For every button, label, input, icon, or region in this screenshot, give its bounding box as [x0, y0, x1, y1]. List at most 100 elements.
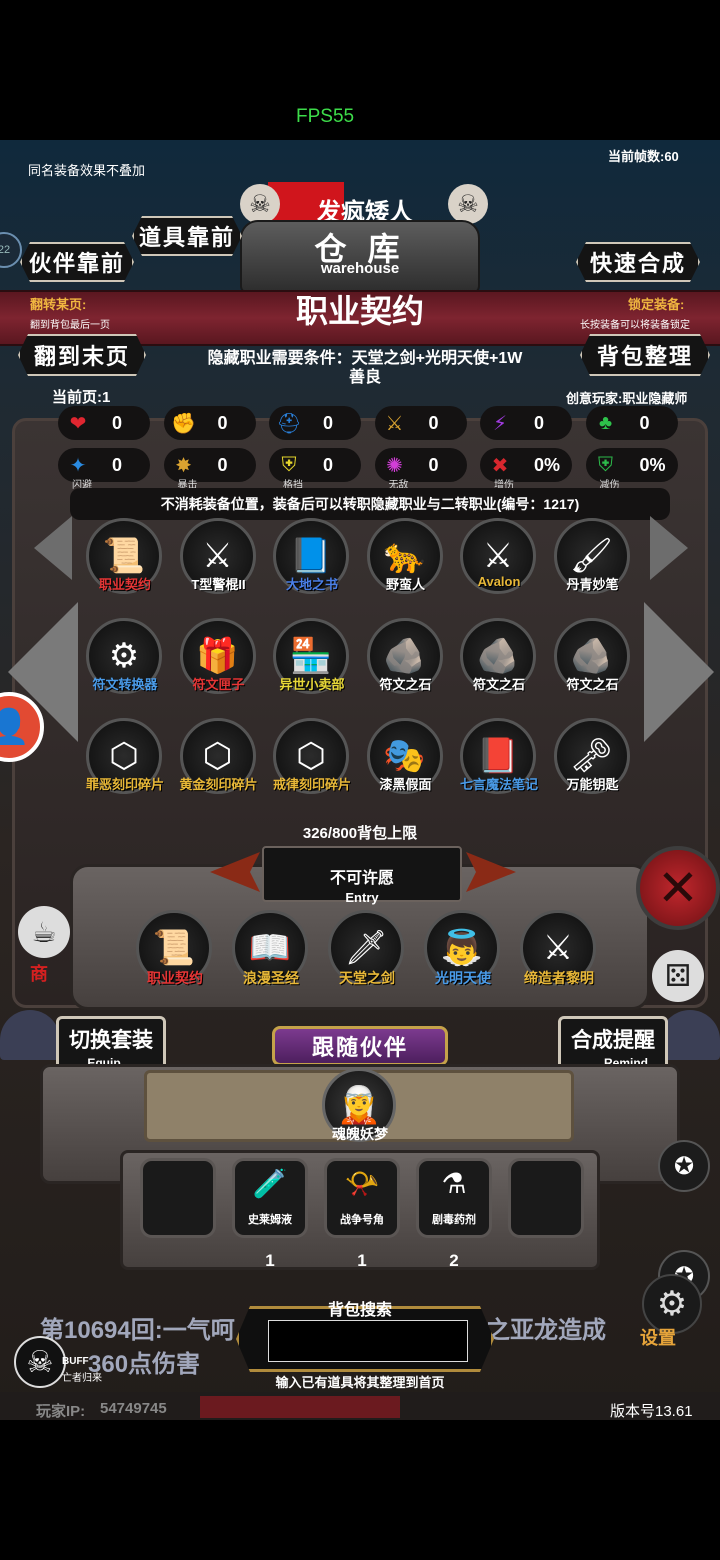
stat-value: 0% — [534, 454, 561, 475]
stat-value: 0 — [323, 412, 334, 433]
search-hint: 输入已有道具将其整理到首页 — [275, 1375, 445, 1390]
to-last-page-button[interactable]: 翻到末页 — [18, 334, 146, 376]
contract-title: 职业契约 — [295, 293, 424, 329]
equipped-item-icon: 👼 — [440, 929, 484, 967]
player-ip-label: 玩家IP: — [36, 1403, 86, 1420]
lightning-icon: ⚡ — [492, 412, 508, 435]
sort-bag-button[interactable]: 背包整理 — [580, 334, 710, 376]
equipped-item-icon: ⚔ — [542, 929, 574, 967]
empty-consumable-slot[interactable] — [140, 1158, 216, 1238]
inventory-item[interactable]: 📜 职业契约 — [80, 518, 170, 614]
stat-value: 0 — [428, 454, 439, 475]
battle-log-line1: 第10694回:一气呵 — [40, 1317, 235, 1344]
dice-icon[interactable]: ⚄ — [652, 950, 704, 1002]
consumable-slot[interactable]: 📯 战争号角 1 — [324, 1158, 400, 1270]
consumable-slot[interactable]: ⚗ 剧毒药剂 2 — [416, 1158, 492, 1270]
equipped-item[interactable]: 📜 职业契约 — [130, 910, 220, 1006]
stat-value: 0 — [217, 412, 228, 433]
next-small-arrow-icon[interactable] — [650, 516, 688, 580]
equipped-item-label: 缔造者黎明 — [524, 970, 594, 986]
next-page-arrow-icon[interactable] — [644, 602, 714, 742]
stat-value: 0 — [639, 412, 650, 433]
shop-icon[interactable]: ☕ — [18, 906, 70, 958]
consumable-slot[interactable]: 🧪 史莱姆液 1 — [232, 1158, 308, 1270]
stat-attr-4: ⚔ 0 — [374, 406, 467, 440]
side-icon-1[interactable]: ✪ — [658, 1140, 710, 1192]
consumable-count: 1 — [357, 1251, 367, 1270]
sword-icon: ⚔ — [385, 412, 404, 435]
item-icon: 🖌 — [569, 537, 614, 575]
item-icon: ⚔ — [482, 537, 514, 575]
item-label: 符文转换器 — [92, 677, 158, 692]
buff-skull-icon[interactable]: ☠ — [14, 1336, 66, 1388]
lock-equip-title: 锁定装备: — [628, 297, 685, 312]
inventory-item[interactable]: 🪨 符文之石 — [454, 618, 544, 714]
inventory-item[interactable]: ⬡ 罪恶刻印碎片 — [80, 718, 170, 814]
inventory-item[interactable]: 🏪 异世小卖部 — [267, 618, 357, 714]
companion-portrait-icon: 🧝 — [336, 1084, 382, 1125]
equipped-item[interactable]: 📖 浪漫圣经 — [226, 910, 316, 1006]
item-icon: 🪨 — [383, 637, 426, 675]
equipped-item-label: 职业契约 — [147, 970, 203, 986]
follow-companion-label: 跟随伙伴 — [311, 1035, 408, 1060]
close-button[interactable]: ✕ — [636, 846, 720, 930]
equipped-item[interactable]: 🗡 天堂之剑 — [322, 910, 412, 1006]
equipped-item-icon: 📜 — [152, 929, 196, 967]
inventory-item[interactable]: 🎁 符文匣子 — [174, 618, 264, 714]
inventory-item[interactable]: 🪨 符文之石 — [548, 618, 638, 714]
equipped-item[interactable]: 👼 光明天使 — [418, 910, 508, 1006]
stat-格挡: ⛨ 0 格挡 — [269, 448, 361, 491]
stat-增伤: ✖ 0% 增伤 — [480, 448, 572, 491]
prev-small-arrow-icon[interactable] — [34, 516, 72, 580]
item-icon: ⬡ — [296, 737, 326, 775]
item-label: 符文之石 — [472, 677, 525, 692]
inventory-item[interactable]: 📘 大地之书 — [267, 518, 357, 614]
companion-front-button[interactable]: 伙伴靠前 — [20, 242, 134, 282]
helmet-left-icon — [0, 1010, 60, 1060]
item-front-button[interactable]: 道具靠前 — [132, 216, 242, 256]
item-icon: 📕 — [476, 737, 520, 775]
item-label: 黄金刻印碎片 — [179, 777, 258, 792]
inventory-item[interactable]: 🖌 丹青妙笔 — [548, 518, 638, 614]
side-badge[interactable]: 22 — [0, 232, 22, 268]
consumable-icon: ⚗ — [441, 1168, 467, 1199]
inventory-item[interactable]: 🐆 野蛮人 — [361, 518, 451, 614]
inventory-item[interactable]: ⬡ 黄金刻印碎片 — [174, 718, 264, 814]
stat-value: 0 — [323, 454, 334, 475]
consumable-icon: 📯 — [344, 1168, 380, 1199]
creator-credit: 创意玩家:职业隐藏师 — [566, 391, 688, 406]
stat-attr-1: ❤ 0 — [58, 406, 150, 440]
equipped-item-label: 浪漫圣经 — [243, 970, 299, 986]
frame-count: 当前帧数:60 — [608, 149, 679, 164]
effect-note: 同名装备效果不叠加 — [28, 163, 146, 178]
player-ip: 54749745 — [100, 1400, 167, 1417]
buff-label: BUFF — [62, 1356, 89, 1367]
inventory-item[interactable]: 🪨 符文之石 — [361, 618, 451, 714]
stat-attr-6: ♣ 0 — [585, 406, 678, 440]
empty-consumable-slot[interactable] — [508, 1158, 584, 1238]
inventory-item[interactable]: ⬡ 戒律刻印碎片 — [267, 718, 357, 814]
craft-remind-title: 合成提醒 — [571, 1029, 655, 1052]
heart-icon: ❤ — [69, 412, 87, 435]
item-icon: 📘 — [289, 537, 333, 575]
contract-condition-line2: 善良 — [348, 369, 381, 386]
equipped-item[interactable]: ⚔ 缔造者黎明 — [514, 910, 604, 1006]
inventory-item[interactable]: 🎭 漆黑假面 — [361, 718, 451, 814]
stat-暴击: ✸ 0 暴击 — [163, 448, 256, 491]
inventory-item[interactable]: 📕 七言魔法笔记 — [454, 718, 544, 814]
item-icon: 🏪 — [289, 637, 333, 675]
item-icon: 🎭 — [383, 737, 426, 775]
search-input[interactable] — [268, 1320, 468, 1362]
item-label: 野蛮人 — [385, 577, 425, 592]
inventory-item[interactable]: ⚔ T型警棍II — [174, 518, 264, 614]
close-icon: ✕ — [657, 860, 699, 916]
inventory-item[interactable]: ⚙ 符文转换器 — [80, 618, 170, 714]
item-icon: 🪨 — [570, 637, 613, 675]
equipped-item-icon: 🗡 — [344, 929, 388, 967]
quick-craft-button[interactable]: 快速合成 — [576, 242, 700, 282]
stat-attr-3: ⛑ 0 — [269, 406, 361, 440]
inventory-item[interactable]: ⚔ Avalon — [454, 518, 544, 614]
inventory-item[interactable]: 🗝 万能钥匙 — [548, 718, 638, 814]
clover-icon: ♣ — [598, 411, 613, 434]
item-label: 罪恶刻印碎片 — [85, 777, 164, 792]
